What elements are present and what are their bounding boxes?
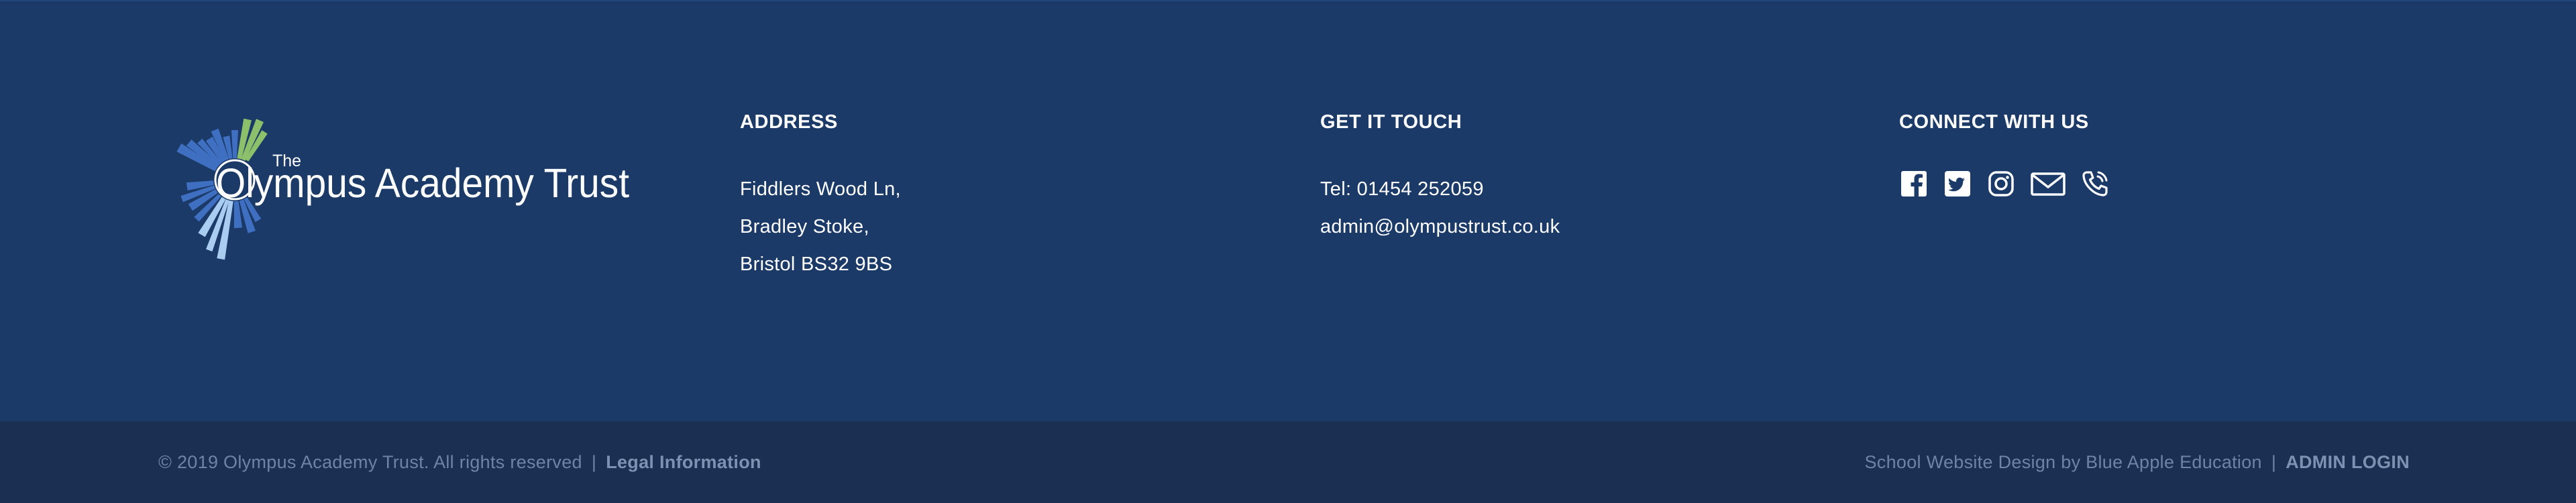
phone-link[interactable]: Tel: 01454 252059 bbox=[1320, 170, 1560, 208]
admin-login-link[interactable]: ADMIN LOGIN bbox=[2286, 452, 2410, 472]
social-links bbox=[1899, 169, 2124, 199]
address-heading: ADDRESS bbox=[740, 111, 838, 133]
copyright-text: © 2019 Olympus Academy Trust. All rights… bbox=[158, 452, 582, 472]
address-line-1: Fiddlers Wood Ln, bbox=[740, 178, 901, 200]
connect-heading: CONNECT WITH US bbox=[1899, 111, 2089, 133]
contact-heading: GET IT TOUCH bbox=[1320, 111, 1462, 133]
logo-text: Olympus Academy Trust bbox=[216, 160, 629, 206]
copyright-line: © 2019 Olympus Academy Trust. All rights… bbox=[158, 450, 761, 474]
connect-column: CONNECT WITH US bbox=[1899, 107, 2124, 199]
address-line-3: Bristol BS32 9BS bbox=[740, 254, 893, 275]
contact-column: GET IT TOUCH Tel: 01454 252059 admin@oly… bbox=[1320, 107, 1560, 245]
logo-graphic: The Olympus Academy Trust bbox=[176, 118, 629, 260]
legal-information-link[interactable]: Legal Information bbox=[606, 452, 761, 472]
separator: | bbox=[2271, 452, 2277, 472]
email-link[interactable]: admin@olympustrust.co.uk bbox=[1320, 208, 1560, 245]
footer-bottom-bar: © 2019 Olympus Academy Trust. All rights… bbox=[0, 421, 2576, 503]
separator: | bbox=[591, 452, 597, 472]
twitter-icon[interactable] bbox=[1943, 169, 1972, 199]
facebook-icon[interactable] bbox=[1899, 169, 1929, 199]
footer-main: The Olympus Academy Trust ADDRESS Fiddle… bbox=[0, 0, 2576, 421]
instagram-icon[interactable] bbox=[1986, 169, 2016, 199]
mail-icon[interactable] bbox=[2030, 169, 2066, 199]
phone-icon[interactable] bbox=[2080, 169, 2110, 199]
address-column: ADDRESS Fiddlers Wood Ln, Bradley Stoke,… bbox=[740, 107, 901, 283]
address-line-2: Bradley Stoke, bbox=[740, 216, 869, 237]
credit-line: School Website Design by Blue Apple Educ… bbox=[1865, 450, 2410, 474]
credit-link[interactable]: School Website Design by Blue Apple Educ… bbox=[1865, 452, 2262, 472]
logo-ray bbox=[231, 130, 238, 158]
olympus-logo[interactable]: The Olympus Academy Trust bbox=[149, 110, 632, 264]
